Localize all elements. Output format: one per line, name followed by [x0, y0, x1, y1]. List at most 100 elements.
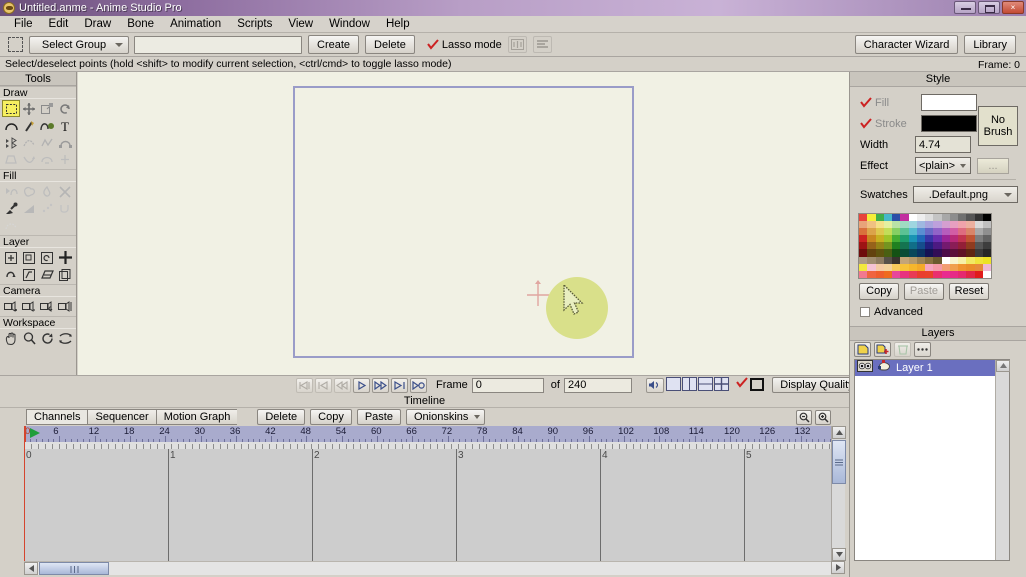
palette-swatch[interactable] — [883, 249, 892, 257]
palette-swatch[interactable] — [974, 242, 983, 250]
weld-points-tool[interactable] — [56, 151, 74, 168]
timeline-horizontal-scrollbar[interactable] — [24, 561, 831, 575]
gradient-tool[interactable] — [20, 200, 38, 217]
palette-swatch[interactable] — [875, 270, 884, 278]
duplicate-layer-button[interactable] — [874, 341, 891, 357]
palette-swatch[interactable] — [966, 249, 975, 257]
character-wizard-button[interactable]: Character Wizard — [854, 35, 959, 54]
palette-swatch[interactable] — [949, 235, 958, 243]
delete-shape-tool[interactable] — [56, 183, 74, 200]
triple-view-button[interactable] — [697, 377, 713, 391]
palette-swatch[interactable] — [908, 221, 917, 229]
stroke-exposure-tool[interactable] — [2, 217, 20, 234]
menu-animation[interactable]: Animation — [162, 17, 229, 31]
scroll-left-button[interactable] — [24, 562, 38, 575]
palette-swatch[interactable] — [949, 270, 958, 278]
palette-swatch[interactable] — [925, 242, 934, 250]
scroll-up-button[interactable] — [832, 426, 846, 439]
shear-points-tool[interactable] — [56, 134, 74, 151]
palette-swatch[interactable] — [916, 263, 925, 271]
palette-swatch[interactable] — [875, 249, 884, 257]
palette-swatch[interactable] — [892, 221, 901, 229]
palette-swatch[interactable] — [982, 242, 991, 250]
palette-swatch[interactable] — [949, 263, 958, 271]
fill-checkbox[interactable] — [860, 96, 872, 109]
palette-swatch[interactable] — [982, 263, 991, 271]
palette-swatch[interactable] — [859, 263, 868, 271]
layers-list[interactable]: Layer 1 — [854, 358, 1010, 561]
menu-view[interactable]: View — [280, 17, 321, 31]
palette-swatch[interactable] — [966, 221, 975, 229]
go-to-end-button[interactable] — [410, 377, 427, 393]
palette-swatch[interactable] — [916, 221, 925, 229]
menu-help[interactable]: Help — [378, 17, 418, 31]
palette-swatch[interactable] — [908, 249, 917, 257]
palette-swatch[interactable] — [982, 235, 991, 243]
copy-color-button[interactable]: Copy — [859, 282, 899, 300]
timeline-paste-button[interactable]: Paste — [356, 409, 401, 425]
previous-keyframe-button[interactable] — [315, 377, 332, 393]
palette-swatch[interactable] — [875, 263, 884, 271]
advanced-row[interactable]: Advanced — [860, 306, 1026, 318]
palette-swatch[interactable] — [974, 228, 983, 236]
tab-sequencer[interactable]: Sequencer — [87, 409, 156, 425]
paste-color-button[interactable]: Paste — [904, 282, 944, 300]
palette-swatch[interactable] — [900, 249, 909, 257]
eyedropper-tool[interactable] — [2, 200, 20, 217]
palette-swatch[interactable] — [908, 256, 917, 264]
palette-swatch[interactable] — [925, 221, 934, 229]
palette-swatch[interactable] — [883, 214, 892, 222]
pan-tilt-camera-tool[interactable] — [56, 298, 74, 315]
palette-swatch[interactable] — [875, 228, 884, 236]
zoom-out-icon[interactable] — [796, 409, 812, 425]
canvas-workspace[interactable] — [78, 72, 849, 375]
add-layer-tool[interactable] — [56, 249, 74, 266]
palette-swatch[interactable] — [974, 235, 983, 243]
palette-swatch[interactable] — [949, 228, 958, 236]
palette-swatch[interactable] — [933, 263, 942, 271]
translate-layer-tool[interactable] — [2, 249, 20, 266]
palette-swatch[interactable] — [949, 249, 958, 257]
timeline-delete-button[interactable]: Delete — [257, 409, 306, 425]
close-button[interactable]: × — [1002, 1, 1024, 14]
timeline-channel-grid[interactable]: 0 1 2 3 4 5 — [24, 442, 831, 561]
scale-compensation-icon[interactable] — [507, 36, 527, 53]
palette-swatch[interactable] — [925, 263, 934, 271]
palette-swatch[interactable] — [900, 214, 909, 222]
selection-marquee-icon[interactable] — [8, 37, 23, 52]
palette-swatch[interactable] — [982, 256, 991, 264]
curve-profile-tool[interactable] — [56, 200, 74, 217]
scale-layer-tool[interactable] — [20, 249, 38, 266]
window-title-bar[interactable]: Untitled.anme - Anime Studio Pro × — [0, 0, 1026, 16]
layers-scroll-up-button[interactable] — [996, 359, 1010, 372]
palette-swatch[interactable] — [958, 242, 967, 250]
window-controls[interactable]: × — [954, 1, 1024, 14]
palette-swatch[interactable] — [859, 270, 868, 278]
palette-swatch[interactable] — [966, 228, 975, 236]
playhead-top-marker[interactable] — [24, 426, 26, 442]
palette-swatch[interactable] — [982, 214, 991, 222]
frame-input[interactable]: 0 — [471, 377, 544, 393]
palette-swatch[interactable] — [982, 228, 991, 236]
palette-swatch[interactable] — [941, 221, 950, 229]
palette-swatch[interactable] — [908, 270, 917, 278]
width-input[interactable]: 4.74 — [915, 136, 971, 153]
palette-swatch[interactable] — [958, 256, 967, 264]
palette-swatch[interactable] — [982, 270, 991, 278]
palette-swatch[interactable] — [966, 242, 975, 250]
palette-swatch[interactable] — [883, 228, 892, 236]
palette-swatch[interactable] — [933, 249, 942, 257]
palette-swatch[interactable] — [982, 249, 991, 257]
rotate-layer-z-tool[interactable] — [38, 249, 56, 266]
palette-swatch[interactable] — [859, 221, 868, 229]
palette-swatch[interactable] — [941, 242, 950, 250]
onionskins-dropdown[interactable]: Onionskins — [405, 409, 486, 425]
palette-swatch[interactable] — [958, 235, 967, 243]
select-shape-tool[interactable] — [2, 183, 20, 200]
roll-camera-tool[interactable] — [38, 298, 56, 315]
palette-swatch[interactable] — [916, 249, 925, 257]
palette-swatch[interactable] — [892, 249, 901, 257]
palette-swatch[interactable] — [892, 214, 901, 222]
delete-layer-button[interactable] — [894, 341, 911, 357]
palette-swatch[interactable] — [916, 214, 925, 222]
